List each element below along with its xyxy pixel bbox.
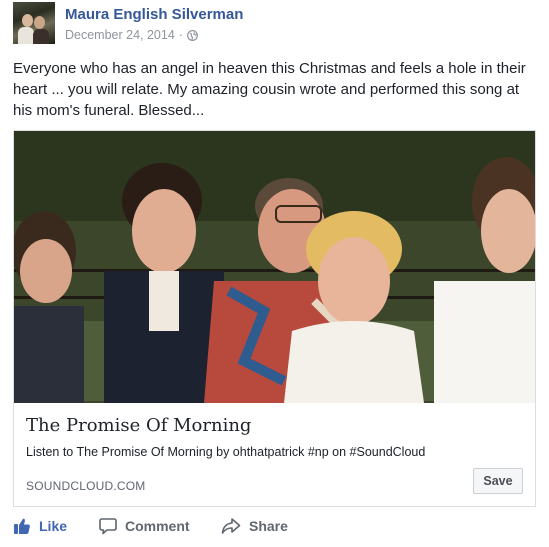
post-meta: December 24, 2014 · (65, 28, 198, 42)
post-caption: Everyone who has an angel in heaven this… (13, 60, 526, 119)
meta-separator: · (178, 28, 183, 42)
share-button[interactable]: Share (221, 517, 288, 535)
link-domain: SOUNDCLOUD.COM (26, 479, 146, 493)
like-label: Like (39, 518, 68, 534)
link-title[interactable]: The Promise Of Morning (26, 415, 251, 436)
post-date[interactable]: December 24, 2014 (65, 28, 175, 42)
thumbs-up-icon (14, 518, 30, 534)
link-preview-image[interactable] (14, 131, 535, 403)
like-button[interactable]: Like (13, 517, 99, 535)
save-button[interactable]: Save (473, 468, 523, 494)
comment-button[interactable]: Comment (99, 517, 221, 535)
preview-photo-art (14, 131, 535, 403)
globe-icon[interactable] (187, 29, 198, 41)
comment-icon (99, 518, 117, 535)
share-label: Share (249, 518, 288, 534)
avatar[interactable] (13, 2, 55, 44)
feed-post: Maura English Silverman December 24, 201… (0, 0, 549, 547)
post-actions: Like Comment Share (13, 514, 533, 538)
link-preview-card[interactable]: The Promise Of Morning Listen to The Pro… (13, 130, 536, 507)
post-header: Maura English Silverman December 24, 201… (13, 2, 533, 48)
author-name[interactable]: Maura English Silverman (65, 6, 243, 23)
link-description[interactable]: Listen to The Promise Of Morning by ohth… (26, 445, 425, 459)
share-arrow-icon (221, 518, 241, 534)
comment-label: Comment (125, 518, 190, 534)
